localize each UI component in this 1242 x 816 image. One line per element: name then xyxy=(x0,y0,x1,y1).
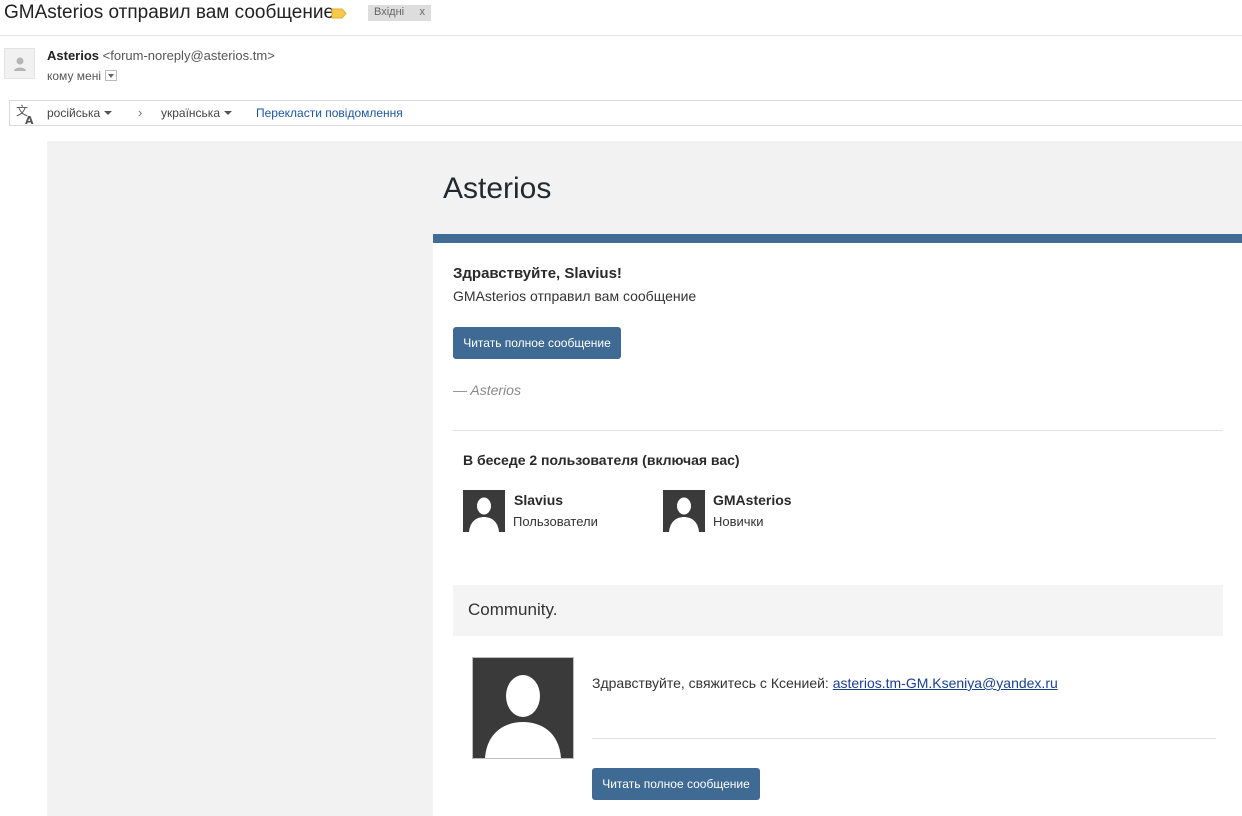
email-subject: GMAsterios отправил вам сообщение xyxy=(4,2,335,23)
community-section: Community. xyxy=(453,585,1223,636)
signature: — Asterios xyxy=(453,382,521,398)
message-body: Здравствуйте, свяжитесь с Ксенией: xyxy=(592,675,833,691)
participant-avatar[interactable] xyxy=(663,490,705,532)
participant-name[interactable]: Slavius xyxy=(514,492,563,508)
divider xyxy=(453,430,1223,431)
remove-label-button[interactable]: x xyxy=(420,6,426,18)
target-language-select[interactable]: українська xyxy=(161,106,232,120)
label-tag-icon[interactable] xyxy=(331,8,347,19)
subject-row: GMAsterios отправил вам сообщение Вхідні… xyxy=(0,0,1242,36)
translate-icon: 文 A xyxy=(16,103,34,125)
community-title: Community. xyxy=(468,600,558,619)
read-full-message-button[interactable]: Читать полное сообщение xyxy=(453,327,621,359)
recipient-text: кому мені xyxy=(47,69,101,83)
sender-email: <forum-noreply@asterios.tm> xyxy=(102,48,275,63)
message-author-avatar[interactable] xyxy=(472,657,574,759)
sender-avatar xyxy=(4,48,35,79)
person-silhouette-icon xyxy=(669,497,699,532)
participant-group: Новички xyxy=(713,514,764,529)
contact-email-link[interactable]: asterios.tm-GM.Kseniya@yandex.ru xyxy=(833,675,1058,691)
participant-name[interactable]: GMAsterios xyxy=(713,492,792,508)
sender-line: Asterios <forum-noreply@asterios.tm> xyxy=(47,48,275,63)
svg-text:A: A xyxy=(25,114,34,125)
sender-name[interactable]: Asterios xyxy=(47,48,99,63)
person-silhouette-icon xyxy=(469,497,499,532)
translate-bar: 文 A російська › українська Перекласти по… xyxy=(9,100,1242,126)
participant-avatar[interactable] xyxy=(463,490,505,532)
brand-title: Asterios xyxy=(443,172,552,205)
sender-row: Asterios <forum-noreply@asterios.tm> ком… xyxy=(0,40,1242,95)
inbox-label-text: Вхідні xyxy=(374,6,405,18)
source-language-select[interactable]: російська xyxy=(47,106,113,120)
recipient-line: кому мені xyxy=(47,69,117,83)
message-text: Здравствуйте, свяжитесь с Ксенией: aster… xyxy=(592,675,1058,691)
conversation-title: В беседе 2 пользователя (включая вас) xyxy=(463,452,740,468)
chevron-right-icon: › xyxy=(138,105,143,120)
caret-down-icon xyxy=(224,111,232,115)
person-icon xyxy=(14,57,26,71)
inbox-label-chip: Вхідні x xyxy=(368,5,431,21)
greeting-heading: Здравствуйте, Slavius! xyxy=(453,265,622,282)
read-full-message-button-2[interactable]: Читать полное сообщение xyxy=(592,768,760,800)
accent-bar xyxy=(433,234,1242,243)
person-silhouette-icon xyxy=(485,675,561,758)
source-language-label: російська xyxy=(47,106,101,120)
target-language-label: українська xyxy=(161,106,220,120)
greeting-subtitle: GMAsterios отправил вам сообщение xyxy=(453,288,697,304)
show-details-dropdown[interactable] xyxy=(105,70,117,81)
translate-message-link[interactable]: Перекласти повідомлення xyxy=(256,106,403,120)
caret-down-icon xyxy=(104,111,113,115)
participant-group: Пользователи xyxy=(513,514,598,529)
divider xyxy=(592,738,1216,739)
